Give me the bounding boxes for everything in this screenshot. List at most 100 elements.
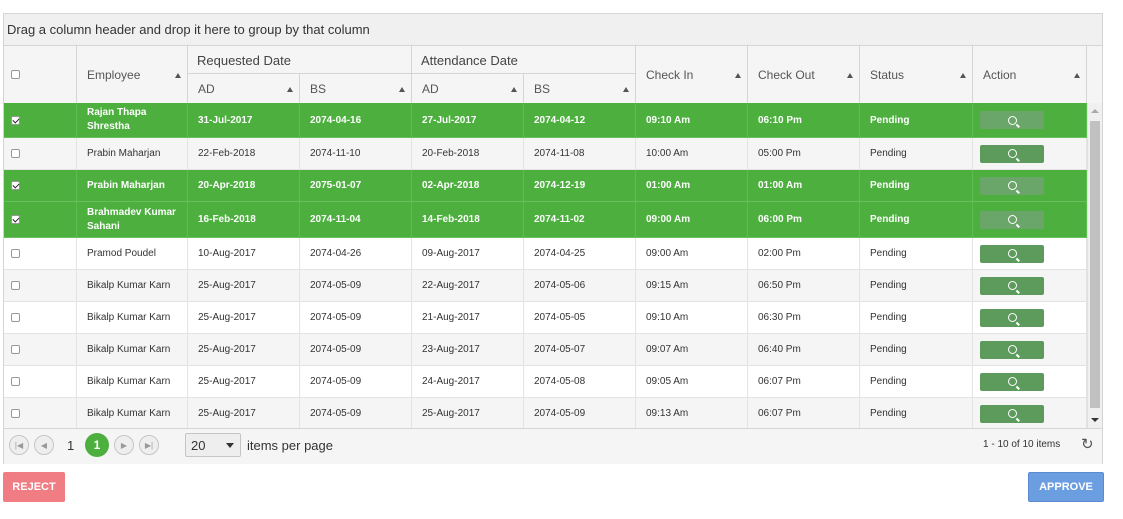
header-employee[interactable]: Employee [77, 46, 188, 103]
cell-check-out: 01:00 Am [748, 170, 860, 201]
cell-text: 09:15 Am [646, 280, 689, 291]
header-requested-bs[interactable]: BS [300, 74, 412, 103]
cell-text: 2074-04-26 [310, 248, 362, 259]
approve-button[interactable]: APPROVE [1028, 472, 1104, 502]
header-requested-ad[interactable]: AD [188, 74, 300, 103]
cell-text: 2074-11-02 [534, 214, 585, 225]
row-checkbox[interactable] [11, 313, 20, 322]
row-checkbox[interactable] [11, 115, 20, 125]
header-check-out[interactable]: Check Out [748, 46, 860, 103]
view-button[interactable] [980, 144, 1044, 163]
cell-text: Pending [870, 248, 907, 259]
view-button[interactable] [980, 340, 1044, 359]
cell-check-in: 10:00 Am [636, 138, 748, 169]
cell-check-out: 06:07 Pm [748, 398, 860, 428]
items-per-page-label: items per page [247, 438, 333, 453]
action-cell [973, 398, 1087, 428]
table-row[interactable]: Bikalp Kumar Karn 25-Aug-2017 2074-05-09 23… [4, 334, 1087, 366]
cell-text: 10:00 Am [646, 148, 689, 159]
view-button[interactable] [980, 404, 1044, 423]
cell-text: 2074-05-06 [534, 280, 586, 291]
table-row[interactable]: Bikalp Kumar Karn 25-Aug-2017 2074-05-09 21… [4, 302, 1087, 334]
cell-check-in: 09:05 Am [636, 366, 748, 397]
cell-text: 25-Aug-2017 [198, 344, 256, 355]
header-attendance-bs[interactable]: BS [524, 74, 636, 103]
last-page-icon[interactable]: ▶| [139, 435, 159, 455]
cell-text: 09-Aug-2017 [422, 248, 480, 259]
row-select-cell [4, 270, 77, 301]
cell-text: 25-Aug-2017 [198, 312, 256, 323]
attendance-grid: Drag a column header and drop it here to… [3, 13, 1103, 464]
header-action[interactable]: Action [973, 46, 1087, 103]
view-button[interactable] [980, 372, 1044, 391]
cell-employee: Prabin Maharjan [77, 170, 188, 201]
cell-text: 02:00 Pm [758, 248, 801, 259]
view-button[interactable] [980, 111, 1044, 129]
scroll-down-icon[interactable] [1091, 418, 1099, 422]
select-all-checkbox[interactable] [11, 70, 20, 79]
row-checkbox[interactable] [11, 377, 20, 386]
view-button[interactable] [980, 276, 1044, 295]
table-row[interactable]: Prabin Maharjan 22-Feb-2018 2074-11-10 20-F… [4, 138, 1087, 170]
action-cell [973, 238, 1087, 269]
cell-req-bs: 2074-05-09 [300, 270, 412, 301]
cell-req-bs: 2074-11-04 [300, 202, 412, 237]
page-size-select[interactable]: 20 [185, 433, 241, 457]
sort-arrow-icon [511, 87, 517, 92]
view-button[interactable] [980, 308, 1044, 327]
table-row[interactable]: Brahmadev Kumar Sahani 16-Feb-2018 2074-11… [4, 202, 1087, 238]
row-checkbox[interactable] [11, 249, 20, 258]
vertical-scrollbar[interactable] [1087, 103, 1102, 428]
zoom-in-icon [1007, 377, 1017, 386]
current-page-button[interactable]: 1 [85, 433, 109, 457]
cell-text: 06:07 Pm [758, 376, 801, 387]
view-button[interactable] [980, 210, 1044, 229]
row-checkbox[interactable] [11, 181, 20, 190]
table-row[interactable]: Bikalp Kumar Karn 25-Aug-2017 2074-05-09 22… [4, 270, 1087, 302]
header-status[interactable]: Status [860, 46, 973, 103]
group-by-panel[interactable]: Drag a column header and drop it here to… [4, 14, 1102, 46]
sort-arrow-icon [623, 87, 629, 92]
refresh-icon[interactable]: ↻ [1081, 435, 1094, 453]
page-number-link[interactable]: 1 [67, 438, 74, 453]
cell-req-ad: 22-Feb-2018 [188, 138, 300, 169]
row-checkbox[interactable] [11, 409, 20, 418]
cell-text: 2074-05-05 [534, 312, 586, 323]
header-check-in[interactable]: Check In [636, 46, 748, 103]
cell-check-out: 06:30 Pm [748, 302, 860, 333]
cell-employee: Bikalp Kumar Karn [77, 366, 188, 397]
table-row[interactable]: Pramod Poudel 10-Aug-2017 2074-04-26 09-Aug… [4, 238, 1087, 270]
row-checkbox[interactable] [11, 149, 20, 158]
cell-att-ad: 21-Aug-2017 [412, 302, 524, 333]
action-cell [973, 138, 1087, 169]
table-row[interactable]: Bikalp Kumar Karn 25-Aug-2017 2074-05-09 25… [4, 398, 1087, 428]
select-all-header [4, 46, 77, 103]
table-row[interactable]: Prabin Maharjan 20-Apr-2018 2075-01-07 02-A… [4, 170, 1087, 202]
cell-text: Bikalp Kumar Karn [87, 311, 171, 323]
cell-check-in: 09:13 Am [636, 398, 748, 428]
first-page-icon[interactable]: |◀ [9, 435, 29, 455]
view-button[interactable] [980, 244, 1044, 263]
zoom-in-icon [1007, 409, 1017, 418]
cell-req-bs: 2074-04-16 [300, 103, 412, 137]
prev-page-icon[interactable]: ◀ [34, 435, 54, 455]
reject-button[interactable]: REJECT [3, 472, 65, 502]
cell-check-in: 01:00 Am [636, 170, 748, 201]
table-row[interactable]: Rajan Thapa Shrestha 31-Jul-2017 2074-04-1… [4, 103, 1087, 138]
row-checkbox[interactable] [11, 281, 20, 290]
header-attendance-date-label: Attendance Date [421, 53, 518, 68]
cell-text: 10-Aug-2017 [198, 248, 256, 259]
cell-text: 16-Feb-2018 [198, 214, 256, 225]
next-page-icon[interactable]: ▶ [114, 435, 134, 455]
row-checkbox[interactable] [11, 345, 20, 354]
row-checkbox[interactable] [11, 215, 20, 224]
cell-text: 2074-05-09 [310, 312, 362, 323]
view-button[interactable] [980, 176, 1044, 195]
cell-text: 06:10 Pm [758, 114, 802, 126]
cell-text: Pending [870, 376, 907, 387]
table-row[interactable]: Bikalp Kumar Karn 25-Aug-2017 2074-05-09 24… [4, 366, 1087, 398]
header-attendance-ad[interactable]: AD [412, 74, 524, 103]
scrollbar-thumb[interactable] [1090, 121, 1100, 408]
scroll-up-icon[interactable] [1091, 109, 1099, 113]
cell-text: Pending [870, 214, 910, 225]
